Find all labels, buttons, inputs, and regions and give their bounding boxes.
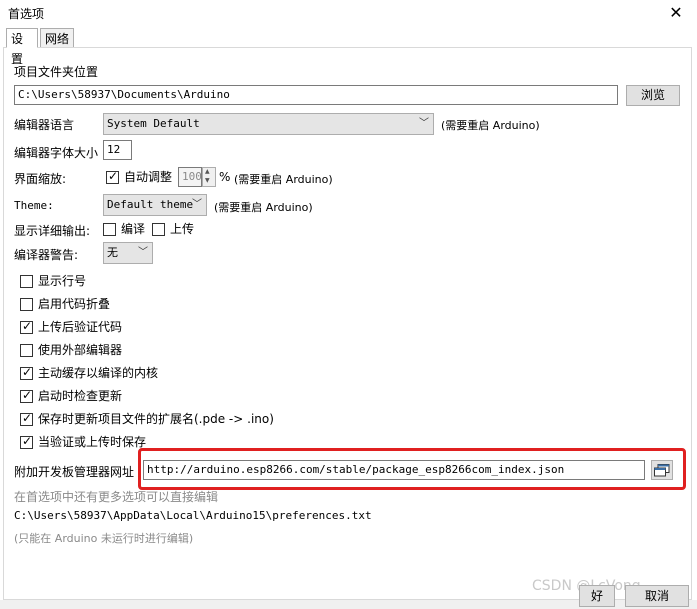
chevron-down-icon: ﹀ xyxy=(192,199,202,210)
theme-value: Default theme xyxy=(107,198,194,211)
theme-note: (需要重启 Arduino) xyxy=(214,201,313,214)
verbose-compile-label: 编译 xyxy=(121,222,146,236)
scale-value-input[interactable]: 100 xyxy=(178,167,202,187)
prefs-path: C:\Users\58937\AppData\Local\Arduino15\p… xyxy=(14,509,372,522)
auto-scale-checkbox[interactable]: ✓ 自动调整 xyxy=(106,169,176,185)
update-extension-box[interactable]: ✓ xyxy=(20,411,33,426)
auto-scale-label: 自动调整 xyxy=(124,170,173,184)
option-label: 使用外部编辑器 xyxy=(38,343,123,357)
option-label: 启用代码折叠 xyxy=(38,297,111,311)
verbose-label: 显示详细输出: xyxy=(14,224,91,238)
font-size-label: 编辑器字体大小 xyxy=(14,146,99,160)
compiler-warnings-value: 无 xyxy=(107,246,118,259)
option-label: 启动时检查更新 xyxy=(38,389,123,403)
theme-label: Theme: xyxy=(14,199,54,212)
check-updates-box[interactable]: ✓ xyxy=(20,388,33,403)
title-bar: 首选项 ✕ xyxy=(0,0,697,26)
close-icon[interactable]: ✕ xyxy=(664,2,688,24)
option-check-updates[interactable]: ✓ 启动时检查更新 xyxy=(20,388,320,404)
annotation-highlight-box xyxy=(138,448,686,490)
spinner-down-icon[interactable]: ▼ xyxy=(205,177,210,184)
font-size-input[interactable]: 12 xyxy=(103,140,132,160)
verbose-upload-box[interactable] xyxy=(152,223,165,236)
verbose-upload-label: 上传 xyxy=(170,222,195,236)
editor-language-value: System Default xyxy=(107,117,200,130)
check-icon: ✓ xyxy=(22,319,33,333)
cancel-button[interactable]: 取消 xyxy=(625,585,689,607)
scale-unit: % xyxy=(219,170,231,184)
sketchbook-label: 项目文件夹位置 xyxy=(14,65,99,79)
cache-core-box[interactable]: ✓ xyxy=(20,365,33,380)
check-icon: ✓ xyxy=(22,365,33,379)
tab-settings[interactable]: 设置 xyxy=(6,28,38,66)
ok-button[interactable]: 好 xyxy=(579,585,615,607)
edit-note: (只能在 Arduino 未运行时进行编辑) xyxy=(14,532,194,545)
option-cache-core[interactable]: ✓ 主动缓存以编译的内核 xyxy=(20,365,320,381)
verify-after-upload-box[interactable]: ✓ xyxy=(20,319,33,334)
option-verify-after-upload[interactable]: ✓ 上传后验证代码 xyxy=(20,319,320,335)
compiler-warnings-select[interactable]: 无 ﹀ xyxy=(103,242,153,264)
option-label: 主动缓存以编译的内核 xyxy=(38,366,159,380)
option-label: 上传后验证代码 xyxy=(38,320,123,334)
code-folding-box[interactable] xyxy=(20,298,33,311)
option-label: 当验证或上传时保存 xyxy=(38,435,147,449)
theme-select[interactable]: Default theme ﹀ xyxy=(103,194,207,216)
check-icon: ✓ xyxy=(22,388,33,402)
option-update-extension[interactable]: ✓ 保存时更新项目文件的扩展名(.pde -> .ino) xyxy=(20,411,360,427)
tab-network[interactable]: 网络 xyxy=(40,28,74,48)
verbose-upload-checkbox[interactable]: 上传 xyxy=(152,221,197,237)
check-icon: ✓ xyxy=(22,434,33,448)
auto-scale-check-box[interactable]: ✓ xyxy=(106,169,119,184)
verbose-compile-box[interactable] xyxy=(103,223,116,236)
editor-language-note: (需要重启 Arduino) xyxy=(441,119,540,132)
interface-scale-label: 界面缩放: xyxy=(14,172,67,186)
option-code-folding[interactable]: 启用代码折叠 xyxy=(20,296,320,312)
show-line-numbers-box[interactable] xyxy=(20,275,33,288)
board-urls-label: 附加开发板管理器网址 xyxy=(14,465,135,479)
check-icon: ✓ xyxy=(108,169,119,183)
scale-spinner[interactable]: ▲ ▼ xyxy=(202,167,216,187)
save-on-verify-box[interactable]: ✓ xyxy=(20,434,33,449)
editor-language-label: 编辑器语言 xyxy=(14,118,75,132)
interface-scale-note: (需要重启 Arduino) xyxy=(234,173,333,186)
spinner-up-icon[interactable]: ▲ xyxy=(205,168,210,175)
editor-language-select[interactable]: System Default ﹀ xyxy=(103,113,434,135)
option-show-line-numbers[interactable]: 显示行号 xyxy=(20,273,320,289)
more-prefs-note: 在首选项中还有更多选项可以直接编辑 xyxy=(14,490,219,504)
sketchbook-path-input[interactable]: C:\Users\58937\Documents\Arduino xyxy=(14,85,618,105)
check-icon: ✓ xyxy=(22,411,33,425)
browse-button[interactable]: 浏览 xyxy=(626,85,680,106)
window-title: 首选项 xyxy=(8,7,45,21)
external-editor-box[interactable] xyxy=(20,344,33,357)
option-label: 显示行号 xyxy=(38,274,87,288)
option-external-editor[interactable]: 使用外部编辑器 xyxy=(20,342,320,358)
verbose-compile-checkbox[interactable]: 编译 xyxy=(103,221,148,237)
chevron-down-icon: ﹀ xyxy=(419,118,429,129)
option-label: 保存时更新项目文件的扩展名(.pde -> .ino) xyxy=(38,412,274,426)
compiler-warnings-label: 编译器警告: xyxy=(14,248,79,262)
chevron-down-icon: ﹀ xyxy=(138,247,148,258)
